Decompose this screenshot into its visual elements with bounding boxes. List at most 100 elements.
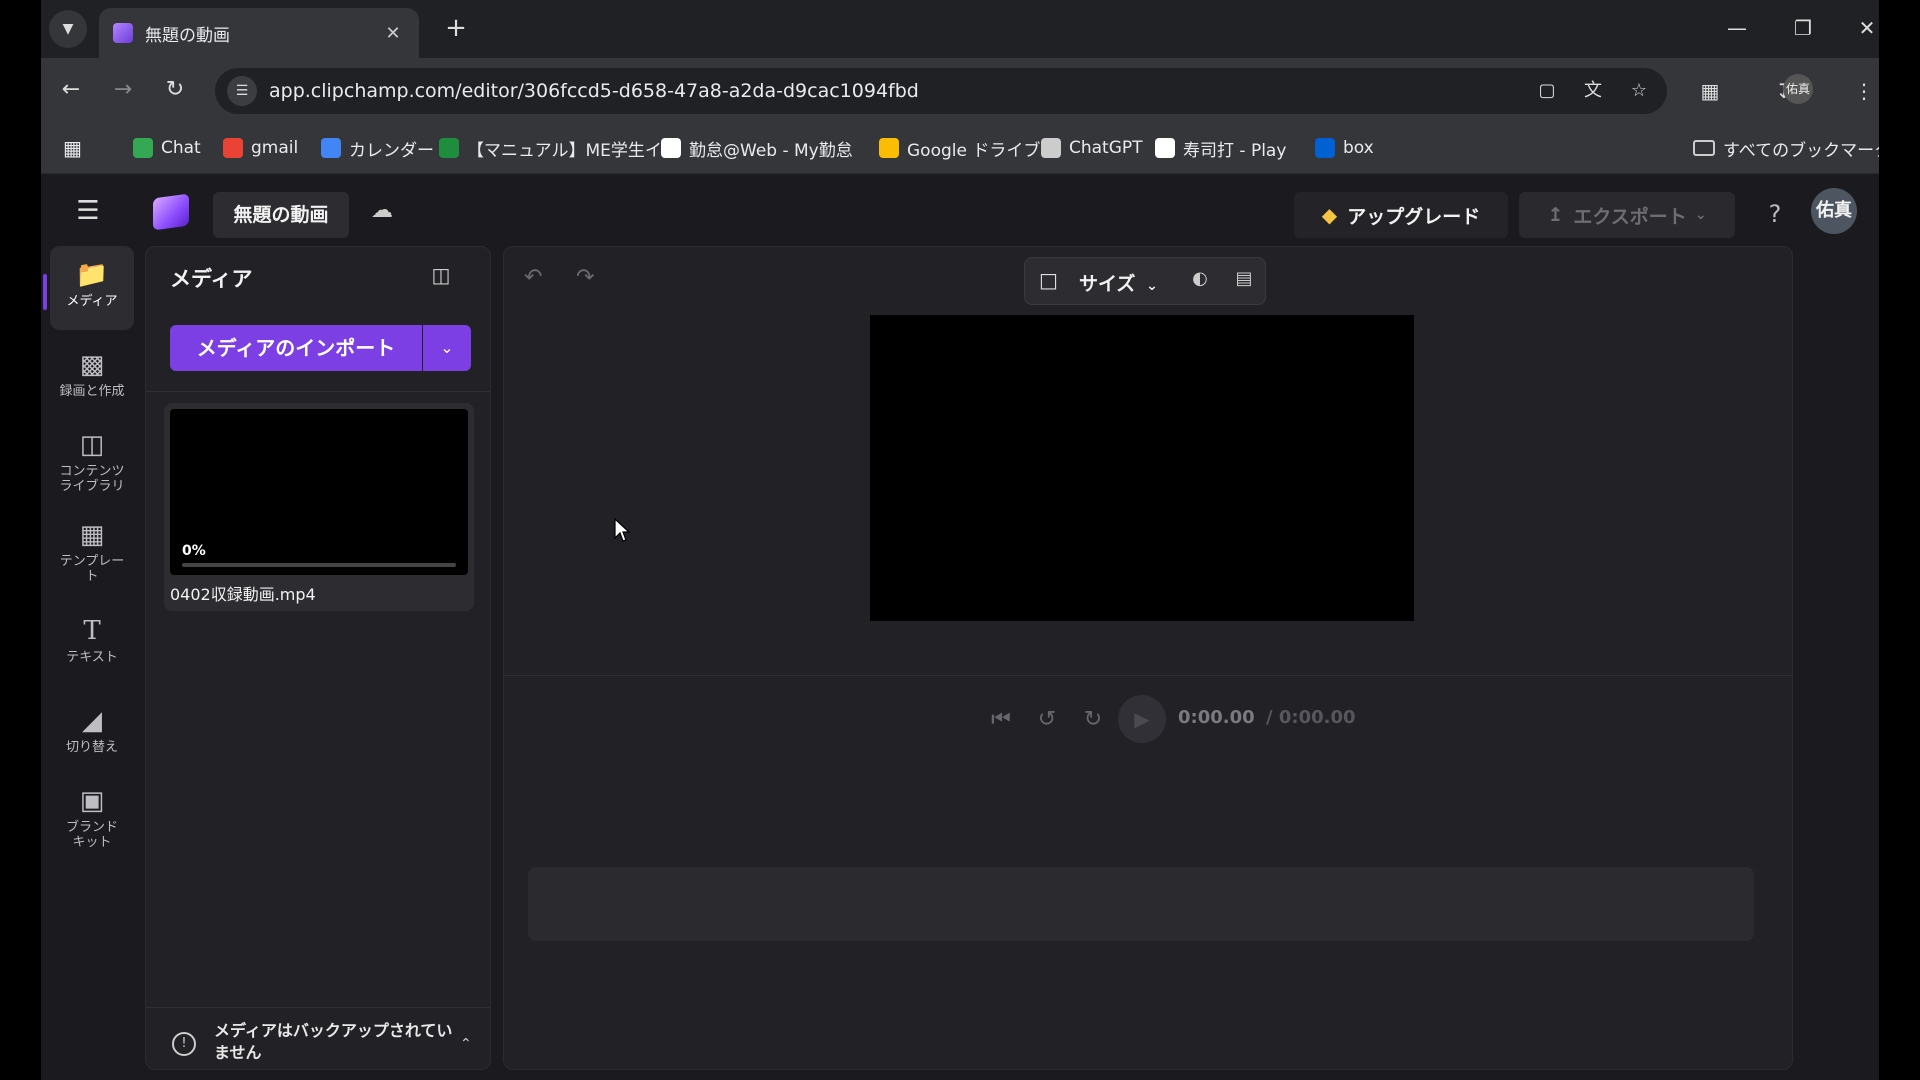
menu-kebab-icon[interactable]: ⋮	[1847, 74, 1879, 108]
avatar[interactable]: 佑真	[1811, 188, 1857, 234]
tab-active[interactable]: 無題の動画 ✕	[99, 8, 419, 58]
crop-icon[interactable]: ▤	[1229, 268, 1259, 296]
bookmark-label: box	[1343, 138, 1374, 158]
bookmark-sushida[interactable]: 寿司打 - Play	[1155, 134, 1286, 162]
browser-toolbar: ← → ↻ ☰ app.clipchamp.com/editor/306fccd…	[41, 58, 1879, 122]
rail-item-templates[interactable]: ▦ テンプレー ト	[50, 520, 134, 604]
tab-search-button[interactable]: ▼	[49, 10, 87, 48]
rail-item-text[interactable]: T テキスト	[50, 616, 134, 680]
canvas-toolbar: □ サイズ ⌄ ◐ ▤	[1024, 257, 1266, 305]
rail-item-label: 切り替え	[65, 740, 118, 755]
collapse-panel-icon[interactable]: ◫	[426, 263, 456, 289]
folder-icon	[1693, 140, 1715, 156]
rail-item-label: テンプレー ト	[59, 554, 125, 584]
tab-close-icon[interactable]: ✕	[381, 23, 405, 44]
bookmark-sushida-icon	[1155, 138, 1175, 158]
all-bookmarks-label: すべてのブックマーク	[1723, 140, 1879, 161]
browser-profile-avatar[interactable]: 佑真	[1783, 74, 1813, 104]
rewind-5s-icon[interactable]: ↺	[1030, 703, 1064, 737]
brand-kit-icon: ▣	[79, 786, 105, 816]
bookmark-box[interactable]: box	[1315, 134, 1374, 162]
camera-icon: ▩	[79, 350, 105, 380]
bookmark-chat[interactable]: Chat	[133, 134, 201, 162]
size-label: サイズ	[1079, 273, 1136, 295]
screen: ▼ 無題の動画 ✕ + — ❐ ✕ ← → ↻ ☰ app.clipchamp.…	[0, 0, 1920, 1080]
new-tab-button[interactable]: +	[441, 14, 471, 44]
bookmark-label: ChatGPT	[1069, 138, 1143, 158]
close-window-button[interactable]: ✕	[1847, 12, 1879, 44]
skip-to-start-icon[interactable]: ⏮	[984, 703, 1018, 737]
rail-item-transitions[interactable]: ◢ 切り替え	[50, 706, 134, 770]
rail-item-brand-kit[interactable]: ▣ ブランド キット	[50, 786, 134, 870]
rail-item-label: 録画と作成	[59, 384, 125, 399]
address-bar[interactable]: ☰ app.clipchamp.com/editor/306fccd5-d658…	[215, 68, 1667, 114]
export-label: エクスポート	[1573, 205, 1687, 228]
clipchamp-logo	[153, 193, 189, 231]
minimize-button[interactable]: —	[1717, 12, 1757, 44]
redo-icon[interactable]: ↷	[576, 265, 594, 290]
total-time: / 0:00.00	[1266, 707, 1356, 728]
forward-5s-icon[interactable]: ↻	[1076, 703, 1110, 737]
bookmark-label: 勤怠@Web - My勤怠	[689, 140, 853, 161]
bookmark-label: Chat	[161, 138, 201, 158]
bookmark-kintai[interactable]: 勤怠@Web - My勤怠	[661, 134, 853, 162]
clipchamp-app: ☰ 無題の動画 ☁ ◆ アップグレード ↥ エクスポート ⌄ ? 佑真 📁 メデ…	[41, 174, 1879, 1080]
bookmark-manual[interactable]: 【マニュアル】ME学生イ...	[439, 134, 678, 162]
bookmark-chatgpt[interactable]: ChatGPT	[1041, 134, 1143, 162]
chevron-down-icon: ⌄	[1694, 207, 1707, 223]
apps-grid-icon[interactable]: ▦	[63, 134, 82, 162]
chevron-up-icon[interactable]: ⌃	[460, 1036, 472, 1052]
forward-button[interactable]: →	[107, 74, 139, 106]
upload-progress-text: 0%	[182, 543, 206, 559]
restore-button[interactable]: ❐	[1783, 12, 1823, 44]
bookmark-gmail[interactable]: gmail	[223, 134, 298, 162]
timeline-drop-zone[interactable]	[528, 867, 1754, 941]
backup-notice[interactable]: ! メディアはバックアップされていません ⌃	[146, 1007, 490, 1069]
help-button[interactable]: ?	[1757, 196, 1793, 232]
mouse-cursor-icon	[614, 518, 630, 542]
backup-notice-text: メディアはバックアップされていません	[214, 1021, 453, 1062]
play-button[interactable]: ▶	[1118, 695, 1166, 743]
rail-item-record[interactable]: ▩ 録画と作成	[50, 350, 134, 414]
upgrade-button[interactable]: ◆ アップグレード	[1294, 192, 1508, 238]
reload-button[interactable]: ↻	[159, 74, 191, 106]
browser-window: ▼ 無題の動画 ✕ + — ❐ ✕ ← → ↻ ☰ app.clipchamp.…	[41, 0, 1879, 1080]
hamburger-menu-icon[interactable]: ☰	[71, 194, 105, 228]
bookmark-label: gmail	[251, 138, 299, 158]
site-info-icon[interactable]: ☰	[227, 76, 257, 106]
preview-area: ↶ ↷ □ サイズ ⌄ ◐ ▤ ⏮ ↺ ↻ ▶ 0:00.00 / 0:00.0…	[503, 246, 1793, 1070]
transitions-icon: ◢	[82, 706, 102, 736]
bookmark-label: Google ドライブ	[907, 140, 1041, 161]
transport-divider	[504, 675, 1792, 676]
templates-icon: ▦	[79, 520, 105, 550]
extensions-icon[interactable]: ▦	[1693, 74, 1727, 108]
bookmark-chatgpt-icon	[1041, 138, 1061, 158]
project-title[interactable]: 無題の動画	[213, 192, 349, 238]
bookmark-calendar[interactable]: カレンダー	[321, 134, 434, 162]
import-dropdown-button[interactable]: ⌄	[423, 325, 471, 371]
rail-item-label: テキスト	[66, 650, 118, 665]
undo-icon[interactable]: ↶	[524, 265, 542, 290]
media-panel: メディア ◫ メディアのインポート ⌄ 0% 0402収録動画.mp4 ! メデ…	[145, 246, 491, 1070]
rail-item-media[interactable]: 📁 メディア	[50, 246, 134, 330]
bookmark-star-icon[interactable]: ☆	[1621, 73, 1657, 109]
translate-icon[interactable]: 文	[1575, 73, 1611, 109]
bookmark-chat-icon	[133, 138, 153, 158]
cloud-off-premium-icon[interactable]: ☁	[371, 198, 407, 230]
rail-item-label: メディア	[66, 294, 118, 309]
video-canvas[interactable]	[870, 315, 1414, 621]
bookmark-google-drive[interactable]: Google ドライブ	[879, 134, 1040, 162]
url-text: app.clipchamp.com/editor/306fccd5-d658-4…	[269, 80, 919, 102]
aspect-ratio-icon[interactable]: □	[1039, 268, 1065, 294]
library-icon: ◫	[79, 430, 105, 460]
import-media-button[interactable]: メディアのインポート	[170, 325, 422, 371]
background-color-icon[interactable]: ◐	[1185, 268, 1215, 296]
size-dropdown[interactable]: サイズ ⌄	[1079, 269, 1158, 296]
rail-item-content-library[interactable]: ◫ コンテンツ ライブラリ	[50, 430, 134, 514]
back-button[interactable]: ←	[55, 74, 87, 106]
install-app-icon[interactable]: ▢	[1529, 73, 1565, 109]
media-item[interactable]: 0% 0402収録動画.mp4	[164, 403, 474, 611]
bookmark-google-drive-icon	[879, 138, 899, 158]
all-bookmarks-button[interactable]: すべてのブックマーク	[1693, 134, 1879, 162]
export-button[interactable]: ↥ エクスポート ⌄	[1519, 192, 1735, 238]
